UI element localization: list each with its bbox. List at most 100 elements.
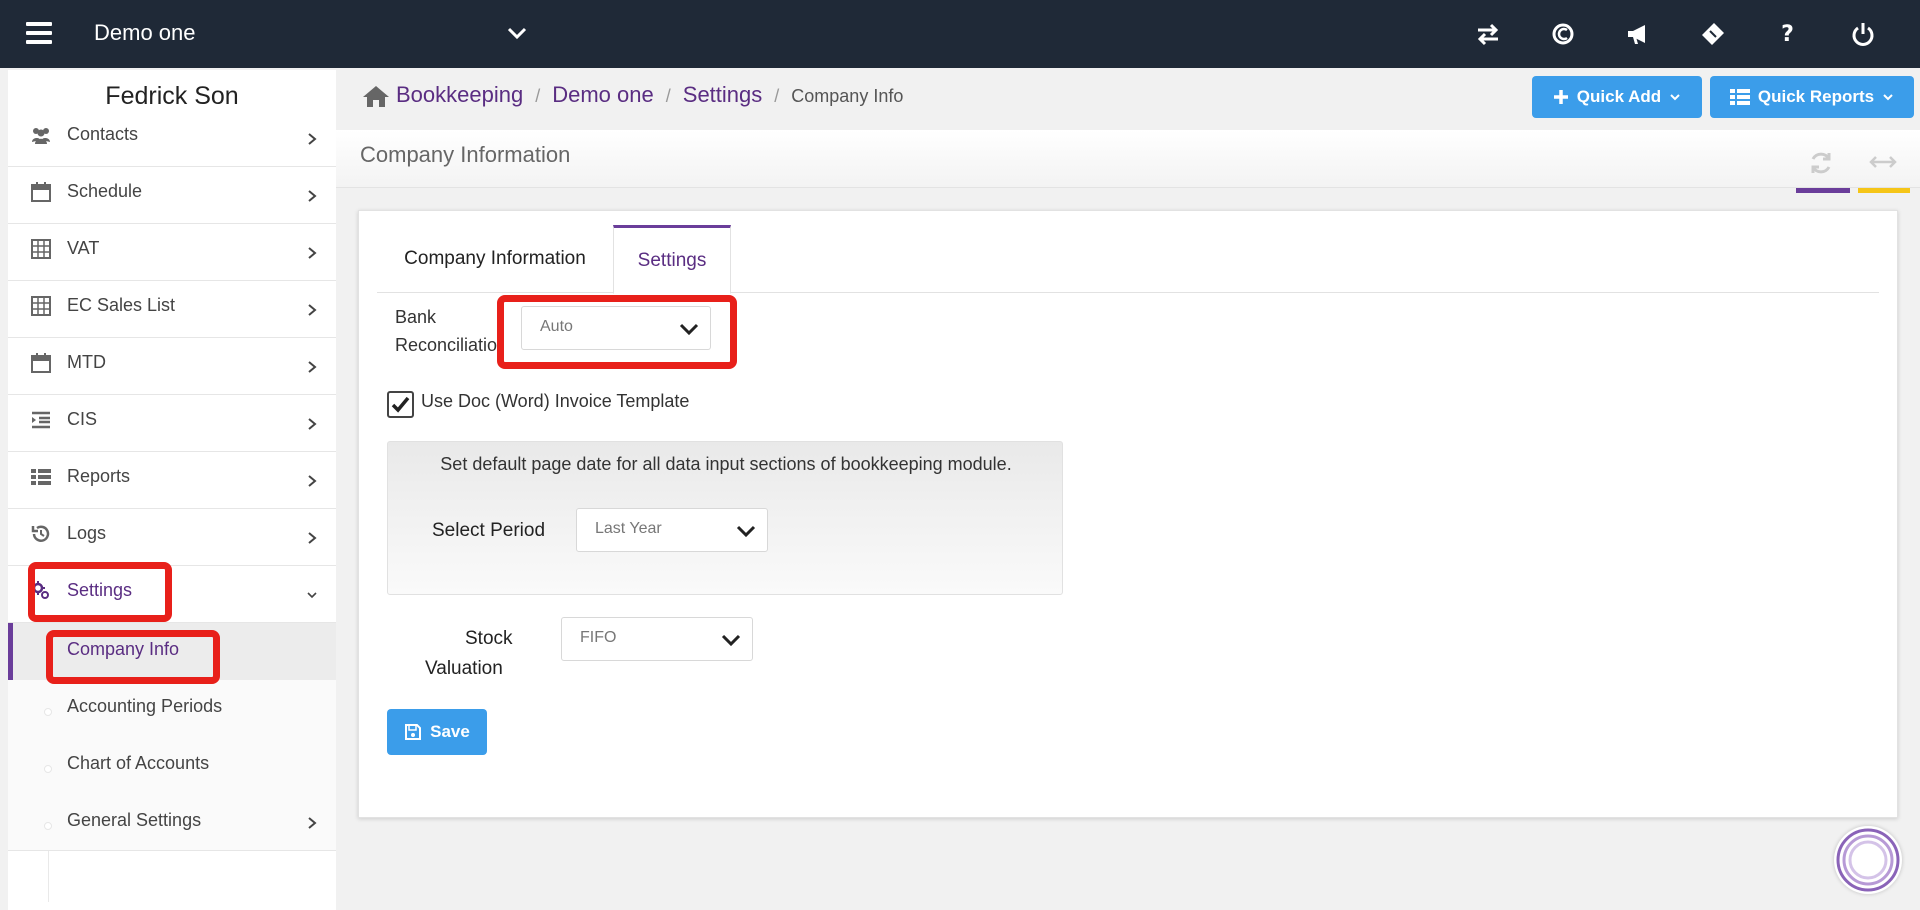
select-period-label: Select Period [432,520,546,541]
chevron-down-icon [1883,94,1893,101]
users-icon [32,128,50,144]
chevron-down-icon[interactable] [506,24,528,42]
period-help-text: Set default page date for all data input… [440,454,1012,474]
chevron-right-icon [308,133,317,145]
calendar-icon [31,353,51,373]
help-icon[interactable]: ? [1750,18,1825,50]
tab-settings[interactable]: Settings [613,225,731,294]
chevron-right-icon [308,361,317,373]
sidebar-item-label: EC Sales List [67,295,176,315]
indent-icon [32,411,50,429]
breadcrumb-settings[interactable]: Settings [683,82,763,108]
chevron-down-icon [721,634,741,647]
use-doc-template-checkbox[interactable] [387,391,414,418]
page-title: Company Information [360,142,571,167]
sidebar: Fedrick Son Contacts Schedule VAT EC Sal… [8,70,336,910]
tree-dot [44,765,52,773]
quick-add-button[interactable]: Quick Add [1532,76,1702,118]
sidebar-subitem-chart-of-accounts[interactable]: Chart of Accounts [8,737,336,794]
calendar-icon [31,182,51,202]
breadcrumb-separator: / [665,86,671,106]
sidebar-subitem-label: General Settings [67,810,202,830]
stock-valuation-select[interactable]: FIFO [561,617,753,661]
save-label: Save [430,722,470,741]
sidebar-item-label: MTD [67,352,106,372]
sidebar-item-label: CIS [67,409,98,429]
transfer-icon[interactable] [1450,18,1525,50]
select-period-value: Last Year [595,520,662,537]
company-selector-label[interactable]: Demo one [94,20,196,46]
plus-icon [1553,90,1568,104]
sidebar-item-label: VAT [67,238,100,258]
breadcrumb-bookkeeping[interactable]: Bookkeeping [396,82,523,108]
calculator-icon [31,239,51,259]
sidebar-subitem-accounting-periods[interactable]: Accounting Periods [8,680,336,737]
tree-dot [44,822,52,830]
tree-dot [44,708,52,716]
home-icon[interactable] [362,84,390,108]
sidebar-item-contacts[interactable]: Contacts [8,110,336,167]
brand-logo-icon [1836,828,1900,892]
sidebar-item-mtd[interactable]: MTD [8,338,336,395]
annotation-highlight-bank-reconciliation [497,295,737,369]
chevron-down-icon [736,525,756,538]
sidebar-item-label: Reports [67,466,131,486]
list-icon [1729,89,1750,105]
sidebar-item-label: Schedule [67,181,143,201]
history-icon [31,525,50,542]
tab-bar: Company Information Settings [377,225,1879,294]
sidebar-subitem-label: Accounting Periods [67,696,223,716]
chevron-right-icon [308,247,317,259]
chevron-down-icon [307,592,317,599]
use-doc-template-label: Use Doc (Word) Invoice Template [421,391,690,411]
quick-reports-button[interactable]: Quick Reports [1710,76,1914,118]
top-bar: Demo one ? [0,0,1920,68]
power-icon[interactable] [1825,18,1900,50]
chevron-right-icon [308,817,317,829]
save-button[interactable]: Save [387,709,487,755]
sidebar-item-vat[interactable]: VAT [8,224,336,281]
floating-help-widget[interactable] [1834,826,1902,894]
sidebar-item-reports[interactable]: Reports [8,452,336,509]
stock-valuation-value: FIFO [580,629,617,646]
megaphone-icon[interactable] [1600,18,1675,50]
bank-reconciliation-label-line1: Bank [395,307,437,327]
default-period-panel: Set default page date for all data input… [387,441,1063,595]
breadcrumb-separator: / [774,86,780,106]
breadcrumb-current: Company Info [791,86,904,106]
stock-valuation-label-line2: Valuation [425,658,503,679]
sidebar-item-logs[interactable]: Logs [8,509,336,566]
currency-icon[interactable] [1525,18,1600,50]
breadcrumb: Bookkeeping / Demo one / Settings / Comp… [396,82,903,108]
ticket-icon[interactable] [1675,18,1750,50]
sidebar-item-label: Contacts [67,124,139,144]
chevron-right-icon [308,418,317,430]
annotation-highlight-settings [28,562,172,622]
sidebar-item-cis[interactable]: CIS [8,395,336,452]
sidebar-item-label: Logs [67,523,107,543]
tab-company-information[interactable]: Company Information [377,225,613,293]
sidebar-subitem-general-settings[interactable]: General Settings [8,794,336,851]
breadcrumb-bar: Bookkeeping / Demo one / Settings / Comp… [336,68,1920,130]
quick-add-label: Quick Add [1576,87,1662,106]
accent-bar-purple [1796,188,1850,193]
accent-bar-yellow [1858,188,1910,193]
checkmark-icon [391,396,410,413]
sidebar-item-schedule[interactable]: Schedule [8,167,336,224]
chevron-right-icon [308,475,317,487]
menu-icon[interactable] [26,22,52,44]
annotation-highlight-company-info [46,630,220,684]
select-period-dropdown[interactable]: Last Year [576,508,768,552]
quick-reports-label: Quick Reports [1757,87,1875,106]
expand-horizontal-icon[interactable] [1868,152,1898,172]
bank-reconciliation-label-line2: Reconciliatio [395,335,498,355]
breadcrumb-demo-one[interactable]: Demo one [552,82,654,108]
list-icon [31,469,51,485]
chevron-right-icon [308,190,317,202]
chevron-right-icon [308,304,317,316]
page-title-bar: Company Information [336,130,1920,193]
user-name: Fedrick Son [105,82,239,110]
sidebar-item-ec-sales-list[interactable]: EC Sales List [8,281,336,338]
refresh-icon[interactable] [1808,150,1834,176]
settings-card: Company Information Settings Bank Reconc… [358,210,1898,818]
